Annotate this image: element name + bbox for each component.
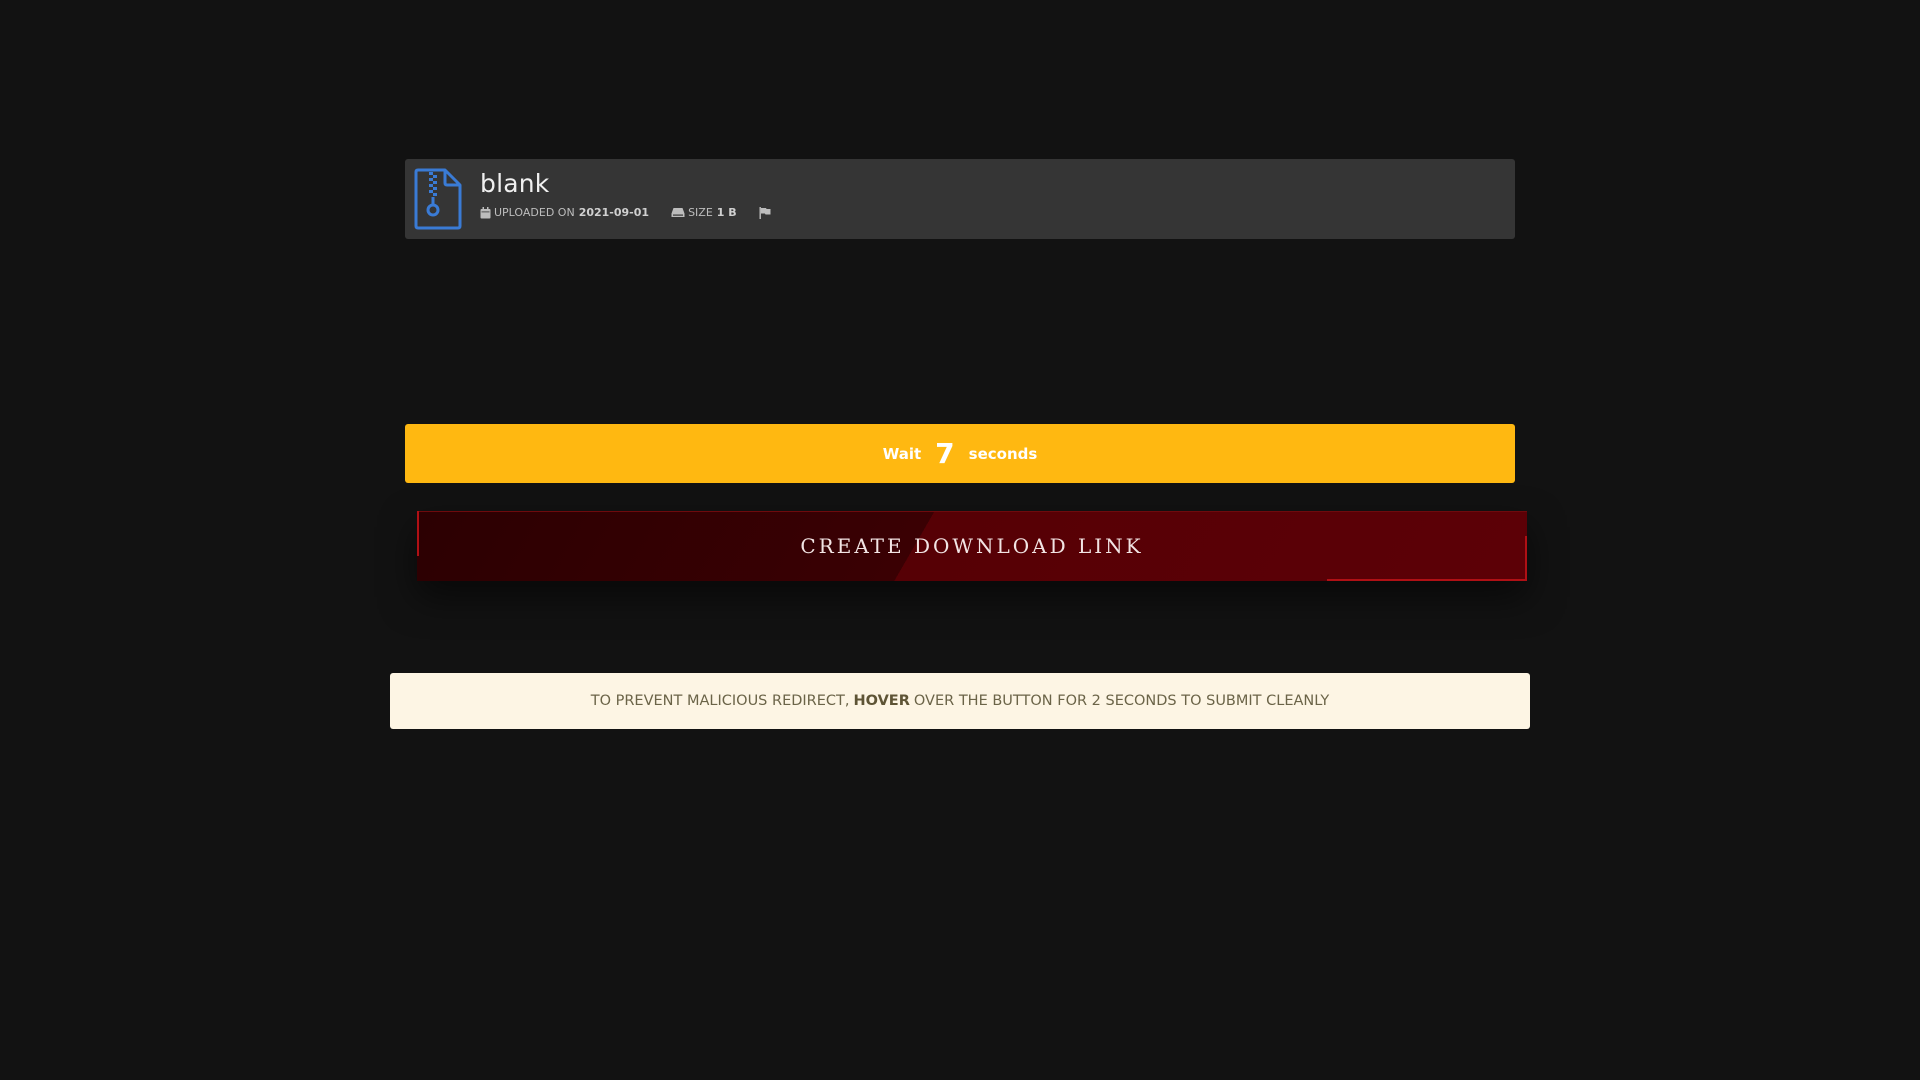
hard-drive-icon	[671, 208, 685, 217]
report-flag-button[interactable]	[759, 206, 771, 219]
file-meta: UPLOADED ON 2021-09-01 SIZE 1 B	[480, 206, 771, 219]
flag-icon	[759, 206, 771, 219]
page: blank UPLOADED ON 2021-09-01 SIZE 1 B Wa…	[0, 0, 1920, 1080]
calendar-icon	[480, 206, 491, 218]
notice-text-after: OVER THE BUTTON FOR 2 SECONDS TO SUBMIT …	[913, 693, 1330, 709]
button-edge-right	[1525, 536, 1527, 581]
file-name: blank	[480, 169, 550, 198]
button-edge-bottom	[1327, 579, 1527, 581]
create-download-link-label: CREATE DOWNLOAD LINK	[800, 534, 1144, 558]
file-info-card: blank UPLOADED ON 2021-09-01 SIZE 1 B	[405, 159, 1515, 239]
wait-prefix: Wait	[882, 444, 922, 463]
zip-file-icon	[414, 168, 462, 230]
notice-text-bold: HOVER	[853, 693, 910, 709]
uploaded-label: UPLOADED ON	[494, 206, 575, 219]
button-edge-left	[417, 511, 419, 556]
size-label: SIZE	[688, 206, 713, 219]
create-download-link-button[interactable]: CREATE DOWNLOAD LINK	[417, 511, 1527, 581]
notice-text-before: TO PREVENT MALICIOUS REDIRECT,	[590, 693, 850, 709]
size-value: 1 B	[716, 206, 737, 219]
button-edge-top	[417, 511, 1527, 512]
wait-suffix: seconds	[968, 444, 1038, 463]
upload-date-info: UPLOADED ON 2021-09-01	[480, 206, 649, 219]
file-size-info: SIZE 1 B	[671, 206, 737, 219]
uploaded-date: 2021-09-01	[578, 206, 650, 219]
wait-countdown-bar: Wait 7 seconds	[405, 424, 1515, 483]
hover-notice: TO PREVENT MALICIOUS REDIRECT, HOVER OVE…	[390, 673, 1530, 729]
wait-count: 7	[935, 436, 955, 470]
